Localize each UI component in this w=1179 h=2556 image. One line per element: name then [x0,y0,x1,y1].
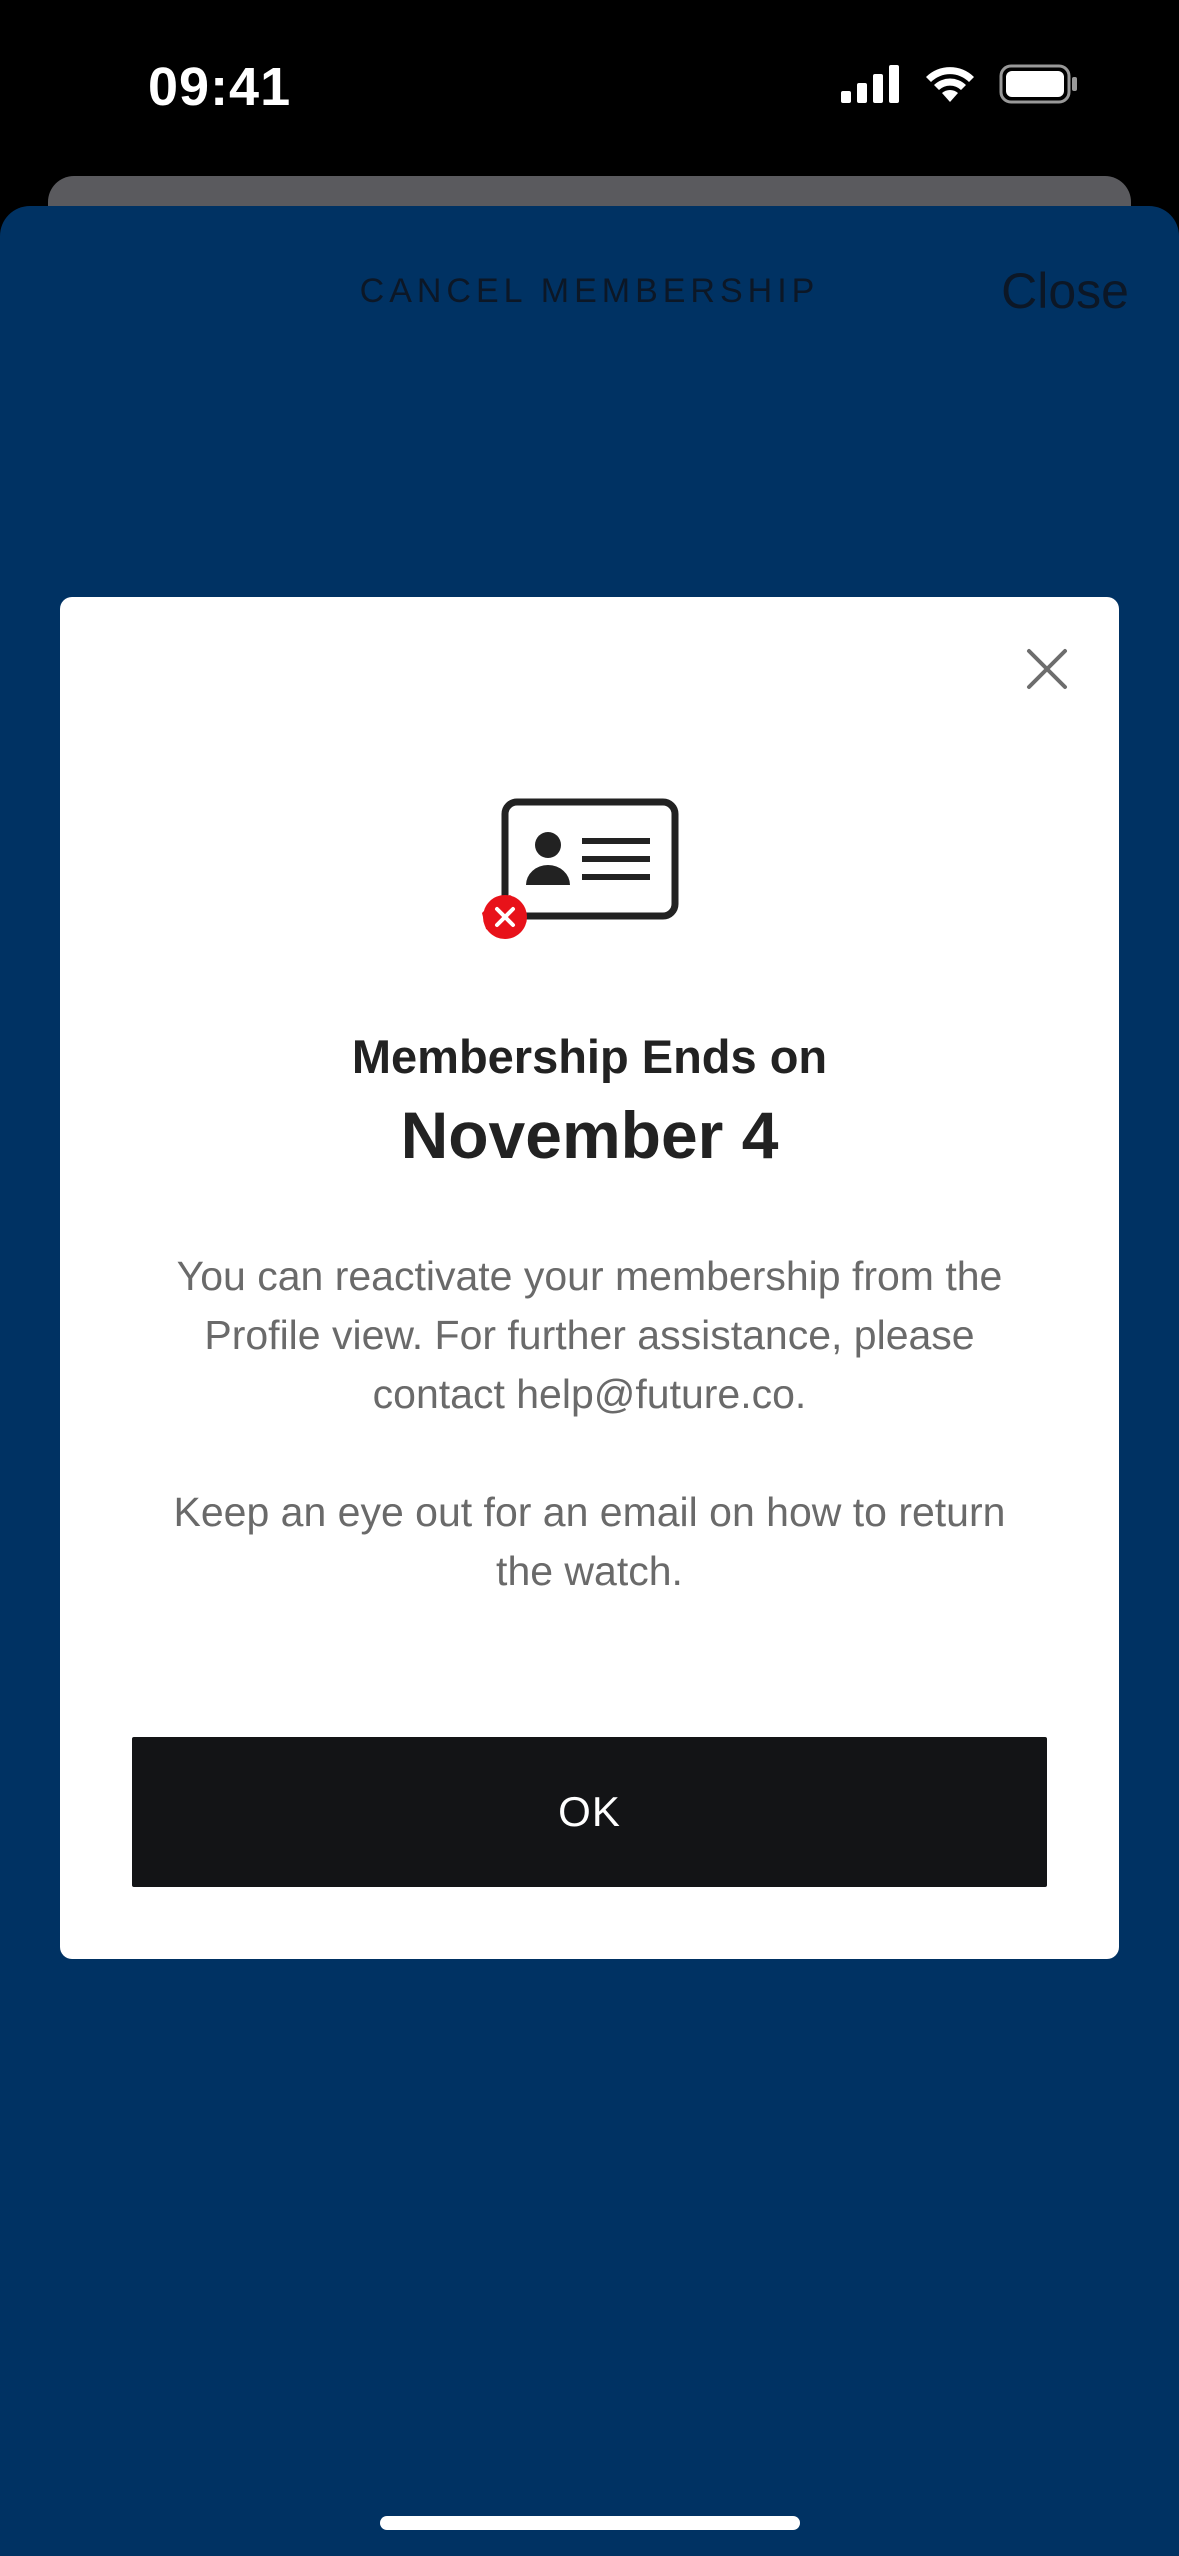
return-watch-info-text: Keep an eye out for an email on how to r… [173,1489,1006,1594]
dialog-heading: Membership Ends on [351,1030,828,1083]
dialog-body: You can reactivate your membership from … [140,1247,1039,1660]
membership-ends-dialog: Membership Ends on November 4 You can re… [60,597,1119,1959]
status-icons [841,64,1079,104]
ok-button[interactable]: OK [132,1737,1047,1887]
cellular-signal-icon [841,65,899,103]
close-icon[interactable] [1023,645,1071,693]
status-time: 09:41 [148,57,292,117]
home-indicator [380,2516,800,2530]
battery-icon [999,64,1077,104]
membership-end-date: November 4 [400,1098,779,1172]
reactivate-info-text: You can reactivate your membership from … [176,1253,1003,1417]
wifi-icon [926,67,974,102]
membership-card-cancelled-icon [482,798,679,939]
sheet-close-button[interactable]: Close [1001,262,1129,320]
status-bar: 09:41 [0,0,1179,160]
